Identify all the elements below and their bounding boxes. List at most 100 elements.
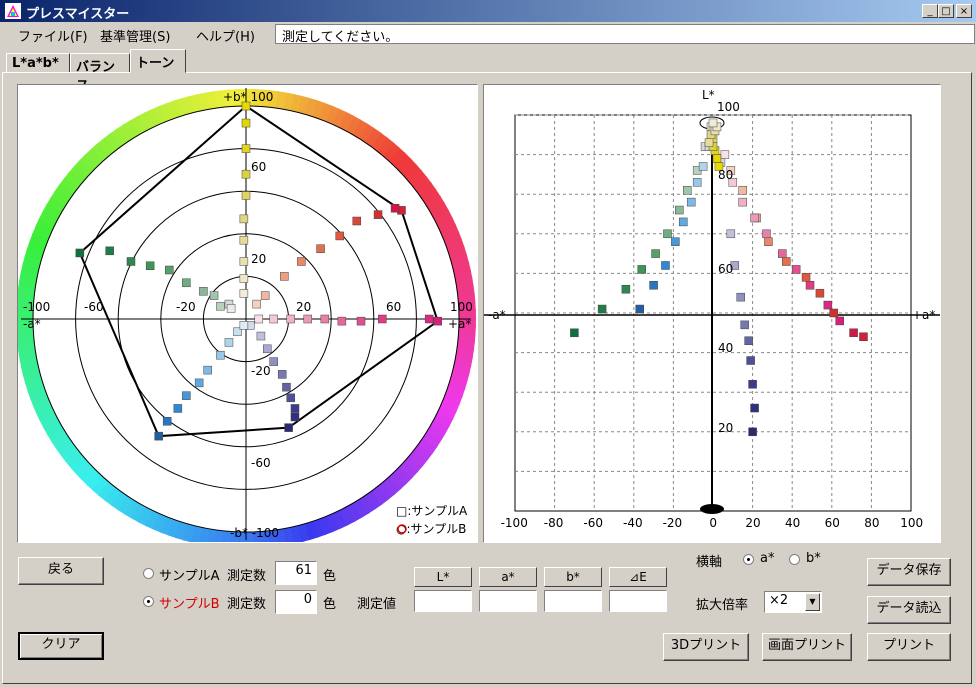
lightness-point [736,292,745,302]
a-value-field[interactable] [479,590,537,612]
save-data-button[interactable]: データ保存 [867,558,951,586]
lightness-point [835,316,844,326]
polar-point [424,314,434,324]
menu-help[interactable]: ヘルプ(H) [196,26,255,45]
polar-point [277,370,287,379]
lightness-right-label: +a* [912,308,935,322]
lightness-point [675,205,684,215]
lightness-point [750,403,759,413]
axis-a-radio[interactable] [743,554,754,565]
lightness-header-button[interactable]: L* [414,567,472,587]
count-a-field[interactable]: 61 [275,561,317,585]
lightness-point [746,356,755,365]
lightness-point [778,249,787,258]
axis-num-left: -100 [23,300,50,314]
lightness-point [738,197,747,207]
window-title: プレスマイスター [26,7,130,22]
axis-b-radio[interactable] [789,554,800,565]
sample-b-radio[interactable] [143,596,154,607]
polar-point [224,338,234,347]
print-button[interactable]: プリント [867,633,951,661]
measure-count-label-b: 測定数 [227,597,267,612]
polar-point [263,344,272,354]
b-header-button[interactable]: b* [544,567,602,587]
lightness-point [740,320,749,330]
close-button[interactable]: × [956,4,972,18]
menu-file[interactable]: ファイル(F) [18,26,88,45]
polar-point [252,299,261,309]
tab-tone[interactable]: トーン [130,49,186,73]
lightness-point [748,380,757,389]
polar-point [284,423,293,432]
print-screen-button[interactable]: 画面プリント [762,633,852,661]
measure-count-label-a: 測定数 [227,569,267,584]
clear-button[interactable]: クリア [18,632,104,660]
axis-label-bottom: -b* -100 [230,526,279,540]
polar-point [182,278,191,288]
b-value-field[interactable] [544,590,602,612]
lightness-point [570,328,579,338]
lightness-top-value: 100 [717,100,740,114]
tick-bm60: -60 [251,456,271,470]
polar-point [173,404,183,413]
lightness-bottom-marker [700,504,724,514]
lightness-point [726,229,736,239]
polar-point [390,203,400,213]
lightness-point [791,265,801,274]
minimize-button[interactable]: _ [922,4,938,18]
lightness-chart-panel: L* 100 -a* +a* 80 60 40 20 -100 -80 -60 -40… [483,84,941,543]
polar-point [239,274,249,283]
polar-point [378,314,387,324]
zoom-select[interactable]: ×2 ▼ [764,591,822,613]
back-button[interactable]: 戻る [18,557,104,585]
polar-point [216,350,225,360]
color-unit-a: 色 [323,569,337,584]
lightness-point [748,427,757,437]
tick-a20: 20 [296,300,311,314]
lightness-point [762,229,771,239]
delta-e-header-button[interactable]: ⊿E [609,567,667,587]
lightness-tick-40: 40 [718,341,733,355]
polar-point [239,235,249,245]
polar-point [239,214,249,224]
polar-point [356,316,366,326]
chevron-down-icon[interactable]: ▼ [805,593,820,611]
tick-a60: 60 [386,300,401,314]
lightness-point [815,288,825,298]
sample-a-radio[interactable] [143,568,154,579]
zoom-select-value: ×2 [769,593,789,608]
color-unit-b: 色 [323,597,337,612]
lightness-x-tick: 40 [785,516,800,530]
a-header-button[interactable]: a* [479,567,537,587]
lightness-point [692,178,702,187]
polar-point [75,248,85,258]
lightness-x-tick: -80 [544,516,564,530]
tab-balance[interactable]: バランス [70,53,130,94]
axis-label-right: +a* [448,317,471,331]
lightness-point [782,257,791,266]
lightness-point [823,300,833,310]
lightness-point [738,185,747,195]
delta-e-value-field[interactable] [609,590,667,612]
horizontal-axis-label: 横軸 [696,555,723,570]
tick-b60: 60 [251,160,266,174]
polar-point [182,391,191,400]
polar-point [282,382,291,392]
count-b-field[interactable]: 0 [275,590,317,614]
tab-lab[interactable]: L*a*b* [6,53,70,73]
lightness-point [829,308,839,318]
polar-chart: +b* 100 -b* -100 -a* +a* -100 100 20 60 … [16,88,476,549]
polar-point [203,365,212,375]
axis-label-top: +b* 100 [223,90,273,104]
lightness-x-tick: 0 [709,516,717,530]
menu-standards[interactable]: 基準管理(S) [100,26,170,45]
status-message: 測定してください。 [275,24,975,45]
maximize-button[interactable]: □ [938,4,954,18]
polar-point [199,287,208,296]
sample-a-label: サンプルA [159,569,220,584]
polar-point [260,291,270,300]
lightness-value-field[interactable] [414,590,472,612]
load-data-button[interactable]: データ読込 [867,596,951,624]
print-3d-button[interactable]: 3Dプリント [663,633,749,661]
polar-point [241,144,251,153]
